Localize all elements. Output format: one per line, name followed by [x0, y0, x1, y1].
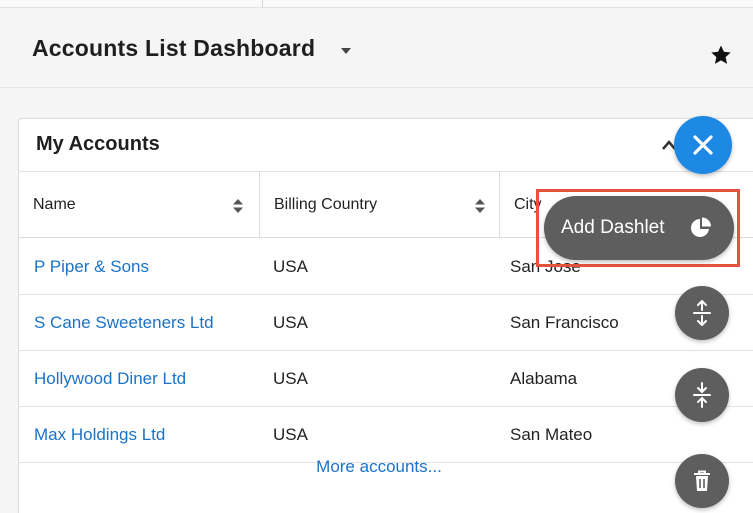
account-name-link[interactable]: P Piper & Sons: [34, 239, 149, 295]
column-header-billing-country[interactable]: Billing Country: [259, 171, 499, 238]
star-icon[interactable]: [709, 43, 733, 67]
column-header-name[interactable]: Name: [19, 171, 259, 238]
account-name-link[interactable]: S Cane Sweeteners Ltd: [34, 295, 214, 351]
close-icon: [693, 135, 713, 155]
collapse-all-button[interactable]: [675, 368, 729, 422]
city-cell: San Francisco: [510, 313, 619, 332]
billing-country-cell: USA: [273, 313, 308, 332]
chevron-down-icon[interactable]: [341, 48, 351, 54]
dashboard-header: Accounts List Dashboard: [0, 8, 753, 88]
more-accounts-link[interactable]: More accounts...: [19, 457, 739, 477]
table-row[interactable]: Hollywood Diner Ltd USA Alabama: [19, 351, 753, 407]
top-bar: [0, 0, 753, 8]
expand-icon: [693, 300, 711, 326]
city-cell: Alabama: [510, 369, 578, 388]
my-accounts-dashlet: My Accounts Name Billing Country City P …: [18, 118, 753, 513]
add-dashlet-button[interactable]: Add Dashlet: [544, 196, 734, 260]
city-cell: San Mateo: [510, 425, 593, 444]
close-menu-button[interactable]: [674, 116, 732, 174]
account-name-link[interactable]: Hollywood Diner Ltd: [34, 351, 186, 407]
page-title: Accounts List Dashboard: [32, 35, 316, 61]
column-label: Billing Country: [274, 195, 378, 213]
table-row[interactable]: Max Holdings Ltd USA San Mateo: [19, 407, 753, 463]
trash-icon: [694, 470, 710, 491]
billing-country-cell: USA: [273, 425, 308, 444]
billing-country-cell: USA: [273, 257, 308, 276]
delete-dashboard-button[interactable]: [675, 454, 729, 508]
sort-icon[interactable]: [475, 199, 485, 213]
add-dashlet-label: Add Dashlet: [561, 217, 665, 238]
pie-chart-icon: [691, 217, 711, 237]
billing-country-cell: USA: [273, 369, 308, 388]
column-label: Name: [33, 195, 76, 213]
expand-all-button[interactable]: [675, 286, 729, 340]
table-row[interactable]: S Cane Sweeteners Ltd USA San Francisco: [19, 295, 753, 351]
account-name-link[interactable]: Max Holdings Ltd: [34, 407, 165, 463]
collapse-icon: [693, 382, 711, 408]
sort-icon[interactable]: [233, 199, 243, 213]
dashlet-title: My Accounts: [36, 133, 160, 155]
